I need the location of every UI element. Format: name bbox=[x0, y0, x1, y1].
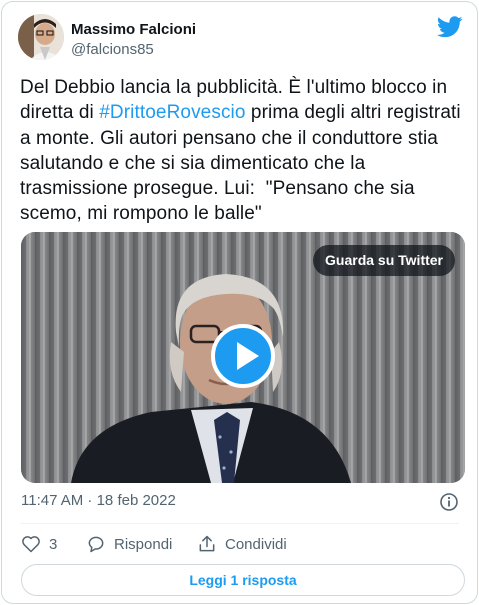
hashtag-link[interactable]: #DrittoeRovescio bbox=[99, 102, 245, 123]
tweet-card: Massimo Falcioni @falcions85 Del Debbio … bbox=[1, 1, 478, 604]
avatar[interactable] bbox=[18, 14, 64, 60]
tweet-header: Massimo Falcioni @falcions85 bbox=[18, 14, 463, 64]
author-name[interactable]: Massimo Falcioni bbox=[71, 21, 196, 38]
share-label: Condividi bbox=[225, 535, 287, 553]
share-button[interactable]: Condividi bbox=[197, 532, 287, 556]
like-count: 3 bbox=[49, 535, 58, 553]
divider bbox=[20, 523, 459, 524]
author-handle[interactable]: @falcions85 bbox=[71, 41, 154, 58]
read-replies-button[interactable]: Leggi 1 risposta bbox=[21, 564, 465, 596]
heart-icon bbox=[22, 536, 40, 553]
watch-on-twitter-button[interactable]: Guarda su Twitter bbox=[313, 245, 455, 276]
reply-label: Rispondi bbox=[114, 535, 173, 553]
tweet-text: Del Debbio lancia la pubblicità. È l'ult… bbox=[20, 75, 470, 227]
twitter-bird-icon[interactable] bbox=[436, 16, 463, 38]
reply-icon bbox=[88, 536, 104, 553]
like-button[interactable]: 3 bbox=[21, 532, 57, 556]
tweet-timestamp[interactable]: 11:47 AM · 18 feb 2022 bbox=[21, 492, 176, 509]
share-icon bbox=[199, 535, 215, 552]
play-icon[interactable] bbox=[211, 324, 275, 388]
video-player[interactable]: Guarda su Twitter bbox=[21, 232, 465, 483]
play-triangle bbox=[237, 342, 259, 370]
reply-button[interactable]: Rispondi bbox=[86, 532, 172, 556]
info-icon[interactable] bbox=[439, 492, 459, 512]
